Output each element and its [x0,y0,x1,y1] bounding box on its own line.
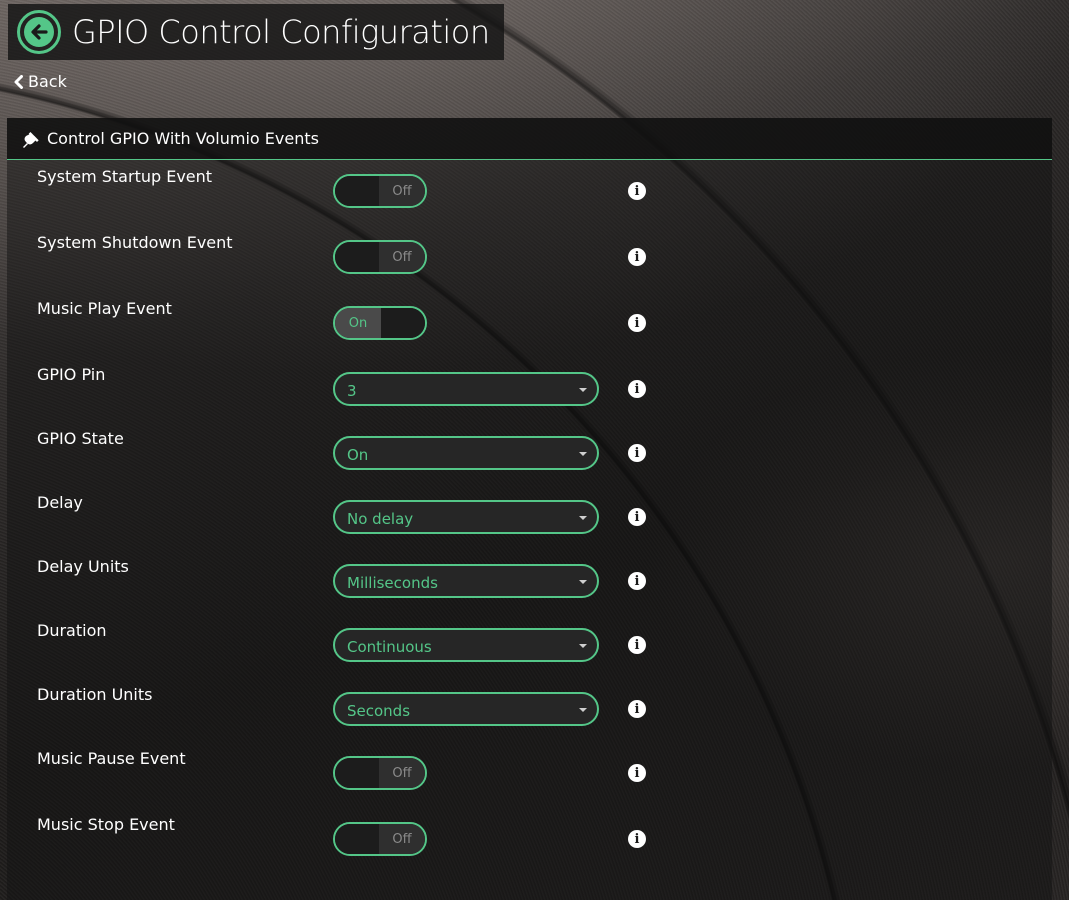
gpio-state-select[interactable]: On [333,436,599,470]
delay-units-select[interactable]: Milliseconds [333,564,599,598]
field-label: Music Stop Event [37,815,175,834]
field-label: Duration [37,621,107,640]
select-value: No delay [347,510,414,528]
toggle-state-label: Off [379,758,425,788]
info-circle-icon[interactable]: i [628,248,646,266]
field-label: System Startup Event [37,167,213,186]
field-label: Delay Units [37,557,129,576]
plug-icon [23,131,39,148]
field-row-gpio-state: GPIO State On i [7,429,1052,486]
page-title: GPIO Control Configuration [72,13,490,51]
field-row-delay-units: Delay Units Milliseconds i [7,557,1052,614]
back-link-label: Back [28,72,67,91]
toggle-state-label: Off [379,176,425,206]
pause-event-toggle[interactable]: Off [333,756,427,790]
section-header: Control GPIO With Volumio Events [7,118,1052,160]
field-row-duration: Duration Continuous i [7,621,1052,678]
arrow-left-circle-icon [24,17,54,47]
gpio-pin-select[interactable]: 3 [333,372,599,406]
caret-down-icon [579,580,587,584]
select-value: On [347,446,369,464]
field-label: GPIO Pin [37,365,106,384]
select-value: Continuous [347,638,432,656]
caret-down-icon [579,452,587,456]
info-circle-icon[interactable]: i [628,508,646,526]
toggle-knob [335,824,381,854]
field-row-pause: Music Pause Event Off i [7,749,1052,806]
info-circle-icon[interactable]: i [628,830,646,848]
toggle-knob [379,308,425,338]
caret-down-icon [579,516,587,520]
stop-event-toggle[interactable]: Off [333,822,427,856]
field-label: System Shutdown Event [37,233,233,252]
field-label: Music Play Event [37,299,172,318]
field-row-duration-units: Duration Units Seconds i [7,685,1052,742]
toggle-knob [335,242,381,272]
shutdown-event-toggle[interactable]: Off [333,240,427,274]
duration-units-select[interactable]: Seconds [333,692,599,726]
chevron-left-icon [14,74,23,89]
info-circle-icon[interactable]: i [628,636,646,654]
caret-down-icon [579,708,587,712]
select-value: Seconds [347,702,411,720]
section-title: Control GPIO With Volumio Events [47,129,319,148]
field-label: Music Pause Event [37,749,186,768]
info-circle-icon[interactable]: i [628,314,646,332]
back-link[interactable]: Back [13,72,67,91]
select-value: 3 [347,382,357,400]
info-circle-icon[interactable]: i [628,182,646,200]
duration-select[interactable]: Continuous [333,628,599,662]
info-circle-icon[interactable]: i [628,764,646,782]
toggle-knob [335,758,381,788]
page-header: GPIO Control Configuration [8,4,504,60]
field-row-stop: Music Stop Event Off i [7,815,1052,872]
field-row-play: Music Play Event On i [7,299,1052,356]
info-circle-icon[interactable]: i [628,444,646,462]
field-label: Duration Units [37,685,153,704]
field-label: Delay [37,493,83,512]
gpio-events-section: Control GPIO With Volumio Events System … [7,118,1052,900]
field-row-gpio-pin: GPIO Pin 3 i [7,365,1052,422]
select-value: Milliseconds [347,574,438,592]
info-circle-icon[interactable]: i [628,700,646,718]
toggle-state-label: On [335,308,381,338]
field-label: GPIO State [37,429,124,448]
caret-down-icon [579,644,587,648]
info-circle-icon[interactable]: i [628,380,646,398]
field-row-startup: System Startup Event Off i [7,167,1052,224]
header-back-button[interactable] [17,10,61,54]
toggle-knob [335,176,381,206]
field-row-shutdown: System Shutdown Event Off i [7,233,1052,290]
toggle-state-label: Off [379,824,425,854]
field-row-delay: Delay No delay i [7,493,1052,550]
delay-select[interactable]: No delay [333,500,599,534]
startup-event-toggle[interactable]: Off [333,174,427,208]
caret-down-icon [579,388,587,392]
play-event-toggle[interactable]: On [333,306,427,340]
info-circle-icon[interactable]: i [628,572,646,590]
toggle-state-label: Off [379,242,425,272]
